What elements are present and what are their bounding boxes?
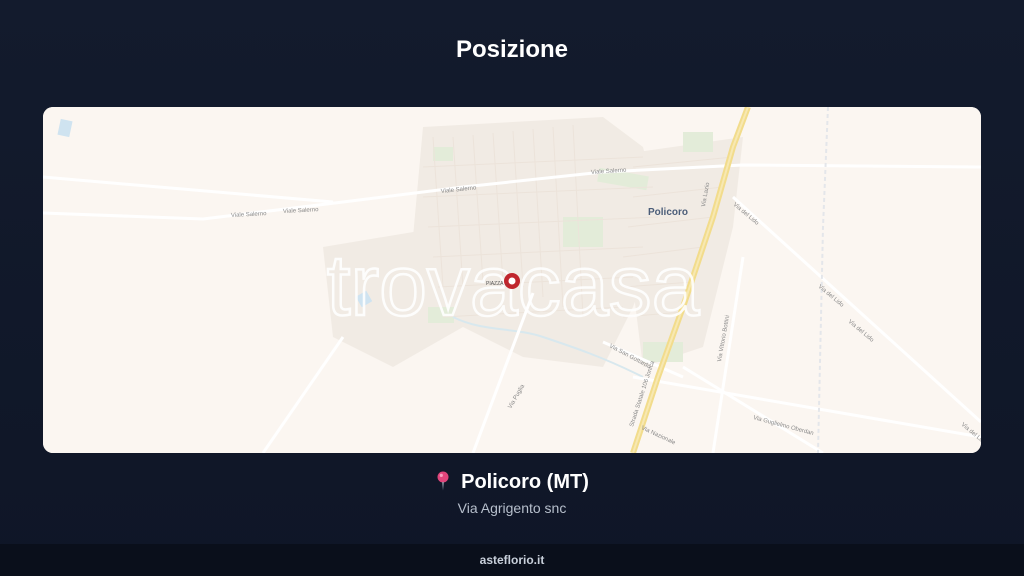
location-city: Policoro (MT) xyxy=(461,471,589,493)
footer-site[interactable]: asteflorio.it xyxy=(480,553,545,567)
town-label: Policoro xyxy=(648,207,688,218)
footer: asteflorio.it xyxy=(0,544,1024,576)
map-canvas[interactable]: Viale Salerno Viale Salerno Viale Salern… xyxy=(43,107,981,453)
page-title: Posizione xyxy=(455,36,569,63)
location-address: Via Agrigento snc xyxy=(457,500,567,516)
marker-label: PIAZZA ... xyxy=(486,281,509,287)
round-pushpin-icon xyxy=(435,471,451,497)
location-title: Policoro (MT) xyxy=(0,471,1024,497)
map-view[interactable]: Viale Salerno Viale Salerno Viale Salern… xyxy=(43,107,981,453)
